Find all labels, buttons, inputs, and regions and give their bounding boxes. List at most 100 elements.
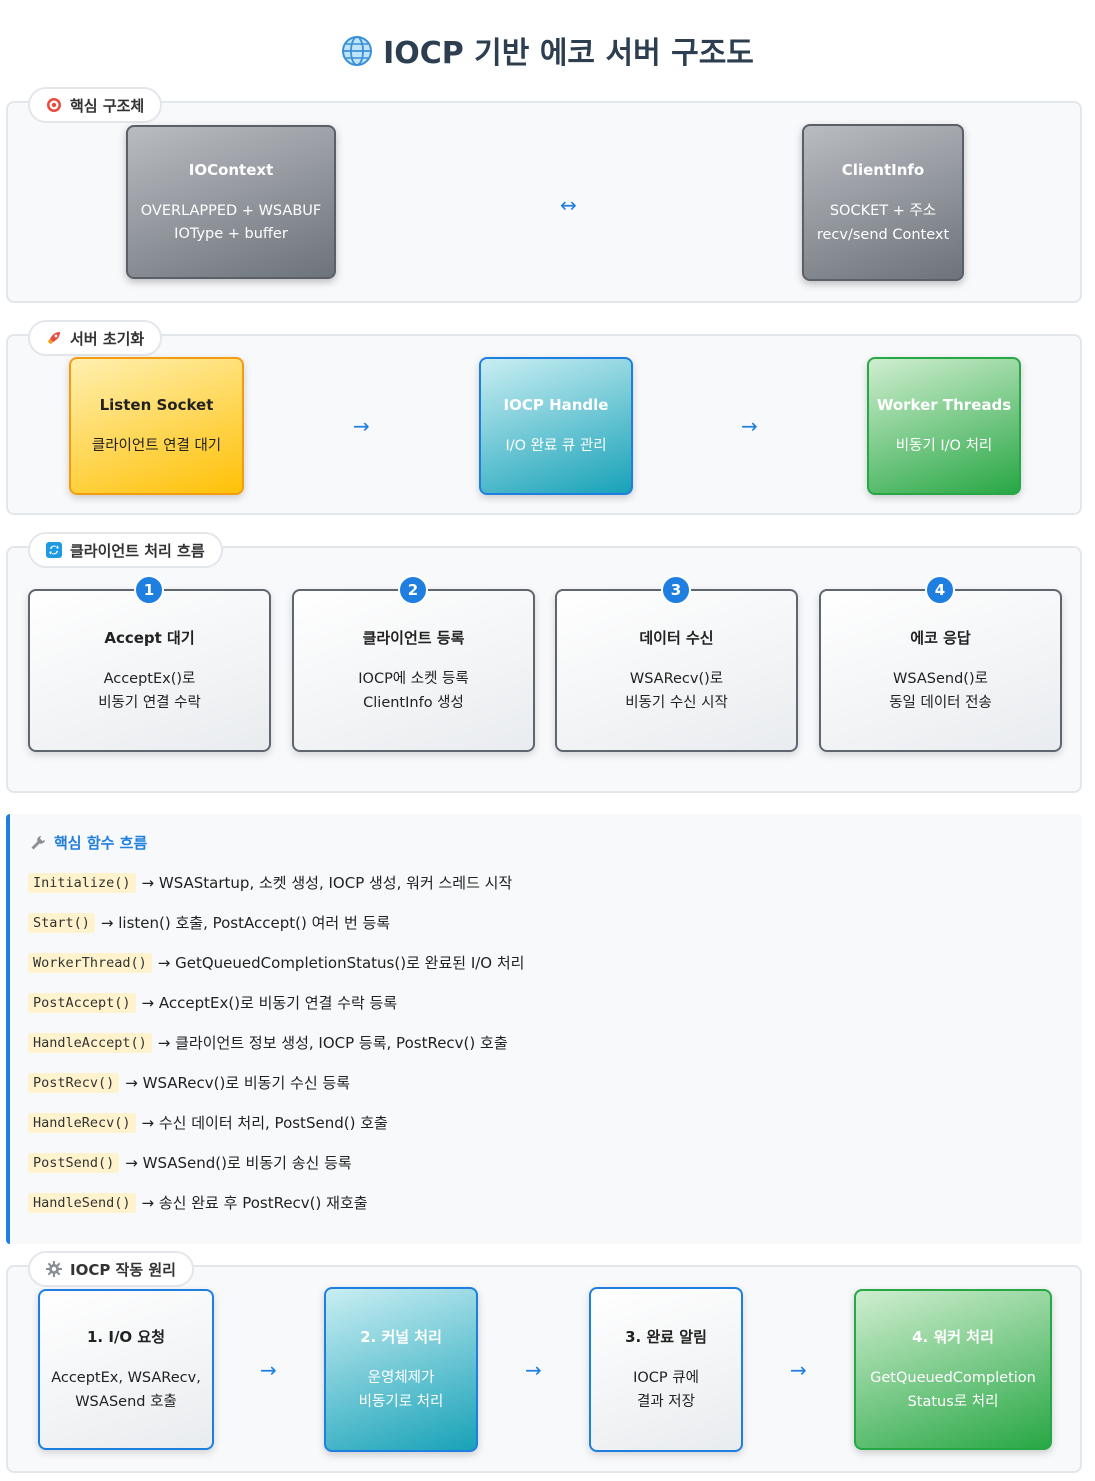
- function-row: Start() → listen() 호출, PostAccept() 여러 번 …: [28, 912, 390, 933]
- functions-panel: 핵심 함수 흐름 Initialize() → WSAStartup, 소켓 생성…: [6, 814, 1082, 1244]
- step-box-4: 에코 응답 WSASend()로 동일 데이터 전송: [819, 589, 1062, 752]
- page-title: IOCP 기반 에코 서버 구조도: [0, 28, 1095, 72]
- principle-arrow-3: →: [790, 1358, 807, 1382]
- flow-section-label: 클라이언트 처리 흐름: [70, 541, 205, 560]
- step-1-line2: 비동기 연결 수락: [98, 694, 201, 711]
- worker-process-box: 4. 워커 처리 GetQueuedCompletion Status로 처리: [854, 1289, 1052, 1450]
- worker-threads-title: Worker Threads: [876, 396, 1012, 415]
- rocket-icon: [46, 330, 62, 346]
- step-4-line2: 동일 데이터 전송: [889, 694, 992, 711]
- step-1-line1: AcceptEx()로: [103, 671, 196, 688]
- function-desc: → WSAStartup, 소켓 생성, IOCP 생성, 워커 스레드 시작: [141, 874, 513, 892]
- function-name: PostRecv(): [28, 1072, 120, 1093]
- clientinfo-line2: recv/send Context: [816, 226, 950, 243]
- function-desc: → 수신 데이터 처리, PostSend() 호출: [141, 1114, 388, 1132]
- function-name: HandleAccept(): [28, 1032, 152, 1053]
- completion-notify-title: 3. 완료 알림: [625, 1328, 707, 1347]
- iocp-handle-title: IOCP Handle: [503, 396, 609, 415]
- function-name: PostAccept(): [28, 992, 136, 1013]
- step-box-1: Accept 대기 AcceptEx()로 비동기 연결 수락: [28, 589, 271, 752]
- init-section-tag: 서버 초기화: [28, 320, 163, 356]
- principle-arrow-2: →: [525, 1358, 542, 1382]
- step-4-badge: 4: [925, 575, 955, 605]
- step-2-badge: 2: [398, 575, 428, 605]
- listen-socket-title: Listen Socket: [99, 396, 214, 415]
- globe-icon: [342, 36, 373, 66]
- function-name: WorkerThread(): [28, 952, 152, 973]
- iocp-handle-box: IOCP Handle I/O 완료 큐 관리: [479, 357, 633, 495]
- functions-title: 핵심 함수 흐름: [30, 832, 147, 853]
- worker-threads-desc: 비동기 I/O 처리: [895, 438, 993, 455]
- clientinfo-box: ClientInfo SOCKET + 주소 recv/send Context: [802, 124, 964, 281]
- kernel-process-title: 2. 커널 처리: [360, 1328, 442, 1347]
- completion-notify-box: 3. 완료 알림 IOCP 큐에 결과 저장: [589, 1287, 743, 1452]
- io-request-title: 1. I/O 요청: [87, 1328, 165, 1347]
- function-row: HandleSend() → 송신 완료 후 PostRecv() 재호출: [28, 1192, 368, 1213]
- principle-section-label: IOCP 작동 원리: [70, 1260, 176, 1279]
- listen-socket-desc: 클라이언트 연결 대기: [91, 438, 222, 455]
- struct-section-tag: 핵심 구조체: [28, 87, 163, 123]
- step-3-title: 데이터 수신: [639, 629, 714, 648]
- page-title-text: IOCP 기반 에코 서버 구조도: [383, 36, 754, 71]
- struct-section-label: 핵심 구조체: [70, 96, 145, 115]
- worker-process-line1: GetQueuedCompletion: [870, 1370, 1036, 1387]
- function-name: Initialize(): [28, 872, 136, 893]
- iocontext-line2: IOType + buffer: [174, 226, 288, 242]
- completion-notify-line1: IOCP 큐에: [633, 1370, 699, 1387]
- function-name: Start(): [28, 912, 95, 933]
- function-name: HandleSend(): [28, 1192, 136, 1213]
- function-row: PostAccept() → AcceptEx()로 비동기 연결 수락 등록: [28, 992, 397, 1013]
- kernel-process-line1: 운영체제가: [367, 1370, 435, 1387]
- completion-notify-line2: 결과 저장: [637, 1393, 695, 1410]
- step-3-line2: 비동기 수신 시작: [625, 694, 728, 711]
- clientinfo-line1: SOCKET + 주소: [829, 203, 937, 220]
- iocp-handle-desc: I/O 완료 큐 관리: [505, 438, 607, 455]
- target-icon: [46, 97, 62, 113]
- step-box-2: 클라이언트 등록 IOCP에 소켓 등록 ClientInfo 생성: [292, 589, 535, 752]
- step-1-title: Accept 대기: [104, 629, 195, 648]
- function-name: PostSend(): [28, 1152, 120, 1173]
- init-section-label: 서버 초기화: [70, 329, 145, 348]
- function-name: HandleRecv(): [28, 1112, 136, 1133]
- struct-section: 핵심 구조체 IOContext OVERLAPPED + WSABUF IOT…: [6, 87, 1082, 303]
- principle-section: IOCP 작동 원리 1. I/O 요청 AcceptEx, WSARecv, …: [6, 1251, 1082, 1473]
- init-arrow-1: →: [353, 414, 370, 438]
- bidirectional-arrow: ↔: [560, 193, 577, 217]
- function-desc: → listen() 호출, PostAccept() 여러 번 등록: [100, 914, 391, 932]
- step-2-title: 클라이언트 등록: [362, 629, 465, 648]
- worker-threads-box: Worker Threads 비동기 I/O 처리: [867, 357, 1021, 495]
- principle-section-tag: IOCP 작동 원리: [28, 1251, 194, 1287]
- function-desc: → 클라이언트 정보 생성, IOCP 등록, PostRecv() 호출: [157, 1034, 508, 1052]
- function-desc: → GetQueuedCompletionStatus()로 완료된 I/O 처…: [157, 954, 525, 972]
- io-request-box: 1. I/O 요청 AcceptEx, WSARecv, WSASend 호출: [38, 1289, 214, 1450]
- function-row: PostSend() → WSASend()로 비동기 송신 등록: [28, 1152, 352, 1173]
- step-2-line2: ClientInfo 생성: [363, 694, 464, 711]
- init-arrow-2: →: [741, 414, 758, 438]
- iocontext-line1: OVERLAPPED + WSABUF: [140, 202, 322, 219]
- function-row: PostRecv() → WSARecv()로 비동기 수신 등록: [28, 1072, 350, 1093]
- io-request-line1: AcceptEx, WSARecv,: [51, 1370, 201, 1387]
- function-row: HandleAccept() → 클라이언트 정보 생성, IOCP 등록, Po…: [28, 1032, 508, 1053]
- function-row: WorkerThread() → GetQueuedCompletionStatu…: [28, 952, 524, 973]
- functions-title-text: 핵심 함수 흐름: [54, 834, 148, 852]
- function-row: HandleRecv() → 수신 데이터 처리, PostSend() 호출: [28, 1112, 388, 1133]
- principle-arrow-1: →: [260, 1358, 277, 1382]
- kernel-process-box: 2. 커널 처리 운영체제가 비동기로 처리: [324, 1287, 478, 1452]
- flow-section-tag: 클라이언트 처리 흐름: [28, 532, 223, 568]
- flow-section: 클라이언트 처리 흐름 Accept 대기 AcceptEx()로 비동기 연결…: [6, 532, 1082, 793]
- step-1-badge: 1: [134, 575, 164, 605]
- step-4-line1: WSASend()로: [893, 671, 988, 688]
- kernel-process-line2: 비동기로 처리: [358, 1393, 444, 1410]
- io-request-line2: WSASend 호출: [75, 1393, 177, 1410]
- init-section: 서버 초기화 Listen Socket 클라이언트 연결 대기 → IOCP …: [6, 320, 1082, 515]
- iocontext-box: IOContext OVERLAPPED + WSABUF IOType + b…: [126, 125, 336, 279]
- step-2-line1: IOCP에 소켓 등록: [358, 671, 469, 688]
- step-3-badge: 3: [661, 575, 691, 605]
- listen-socket-box: Listen Socket 클라이언트 연결 대기: [69, 357, 244, 495]
- function-row: Initialize() → WSAStartup, 소켓 생성, IOCP 생성…: [28, 872, 512, 893]
- function-desc: → WSARecv()로 비동기 수신 등록: [125, 1074, 351, 1092]
- step-box-3: 데이터 수신 WSARecv()로 비동기 수신 시작: [555, 589, 798, 752]
- function-desc: → WSASend()로 비동기 송신 등록: [125, 1154, 352, 1172]
- step-3-line1: WSARecv()로: [629, 671, 724, 688]
- step-4-title: 에코 응답: [910, 629, 971, 648]
